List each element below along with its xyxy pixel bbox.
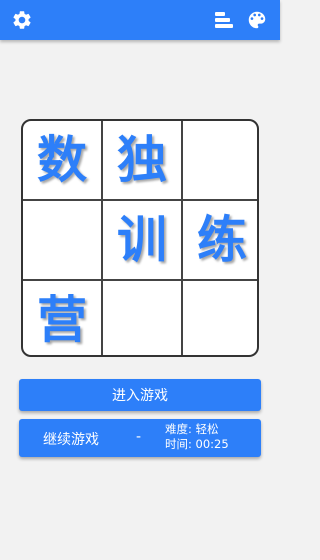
grid-cell: 训 — [117, 211, 167, 269]
theme-button[interactable] — [246, 9, 268, 31]
grid-cell — [183, 121, 257, 199]
continue-separator: - — [136, 429, 142, 445]
grid-cell — [183, 281, 257, 355]
stats-button[interactable] — [212, 9, 234, 31]
gear-icon — [13, 11, 31, 29]
grid-cell: 练 — [197, 211, 247, 269]
continue-game-button[interactable]: 继续游戏 - 难度: 轻松 时间: 00:25 — [19, 419, 261, 457]
difficulty-text: 难度: 轻松 — [165, 422, 219, 436]
start-game-label: 进入游戏 — [112, 388, 168, 404]
grid-divider — [181, 121, 183, 355]
palette-icon — [248, 11, 266, 29]
grid-cell: 数 — [37, 131, 87, 189]
top-app-bar — [0, 0, 280, 40]
grid-divider — [23, 279, 257, 281]
grid-cell: 独 — [117, 131, 167, 189]
saved-game-info: 难度: 轻松 时间: 00:25 — [165, 422, 229, 452]
start-game-button[interactable]: 进入游戏 — [19, 379, 261, 411]
time-text: 时间: 00:25 — [165, 437, 229, 451]
grid-divider — [23, 199, 257, 201]
stats-icon — [215, 12, 233, 28]
title-grid: 数 独 训 练 营 — [21, 119, 259, 357]
grid-cell — [23, 201, 101, 279]
grid-cell — [103, 281, 181, 355]
grid-divider — [101, 121, 103, 355]
grid-cell: 营 — [37, 291, 87, 349]
continue-game-label: 继续游戏 — [43, 432, 99, 448]
settings-button[interactable] — [11, 9, 33, 31]
